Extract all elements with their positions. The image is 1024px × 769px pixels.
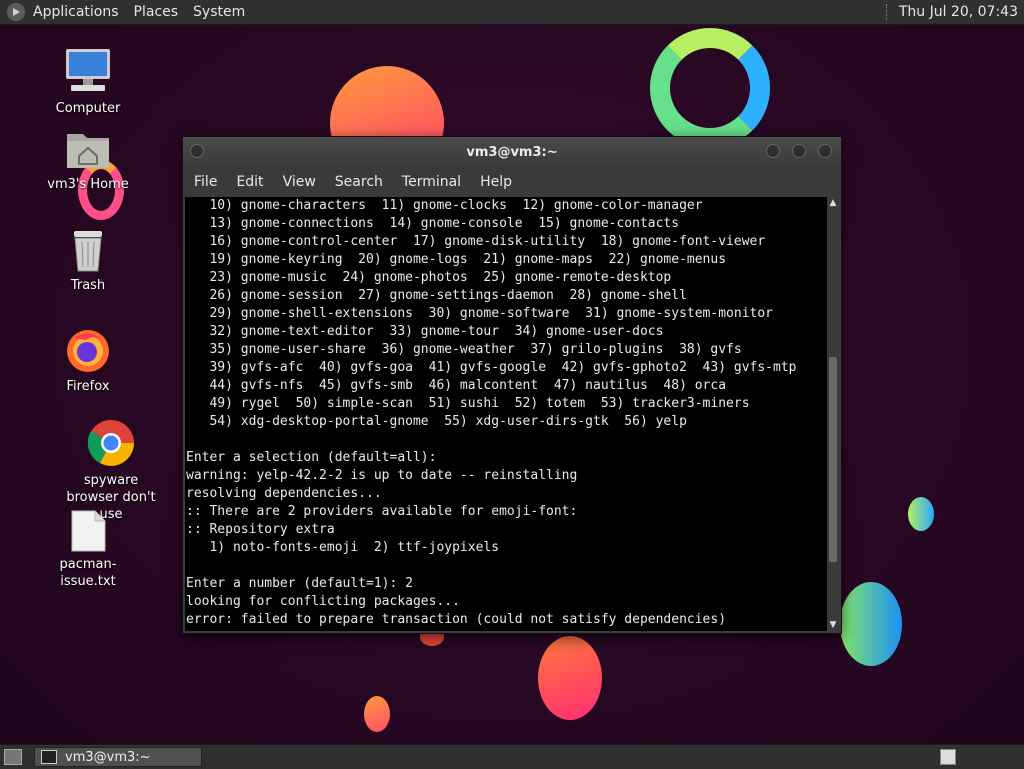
menu-terminal[interactable]: Terminal <box>402 174 461 190</box>
workspace-switcher-icon[interactable] <box>940 749 956 765</box>
desktop-icon-chrome[interactable]: spyware browser don't use <box>56 418 166 523</box>
terminal-line: 44) gvfs-nfs 45) gvfs-smb 46) malcontent… <box>186 378 727 393</box>
scroll-down-icon[interactable]: ▼ <box>827 619 839 631</box>
terminal-line: 39) gvfs-afc 40) gvfs-goa 41) gvfs-googl… <box>186 360 797 375</box>
terminal-icon <box>41 750 57 764</box>
terminal-line: warning: yelp-42.2-2 is up to date -- re… <box>186 468 578 483</box>
window-title: vm3@vm3:~ <box>466 145 558 160</box>
wallpaper-blue-dot <box>908 497 934 531</box>
terminal-line: 23) gnome-music 24) gnome-photos 25) gno… <box>186 270 672 285</box>
desktop-icon-firefox[interactable]: Firefox <box>33 326 143 395</box>
desktop-icon-label: Firefox <box>66 379 110 394</box>
terminal-line: error: failed to prepare transaction (co… <box>186 612 727 627</box>
terminal-line: 32) gnome-text-editor 33) gnome-tour 34)… <box>186 324 664 339</box>
terminal-output[interactable]: 10) gnome-characters 11) gnome-clocks 12… <box>185 197 828 631</box>
desktop-icon-label: Trash <box>70 278 106 293</box>
terminal-line: 16) gnome-control-center 17) gnome-disk-… <box>186 234 766 249</box>
terminal-line: 35) gnome-user-share 36) gnome-weather 3… <box>186 342 742 357</box>
scroll-up-icon[interactable]: ▲ <box>827 197 839 209</box>
show-desktop-icon[interactable] <box>4 749 22 765</box>
desktop-icon-label: pacman-issue.txt <box>59 557 117 589</box>
wallpaper-small-orange-oval <box>364 696 390 732</box>
applications-menu[interactable]: Applications <box>33 4 119 20</box>
clock[interactable]: Thu Jul 20, 07:43 <box>899 4 1018 20</box>
minimize-icon[interactable] <box>766 144 780 158</box>
desktop-icon-computer[interactable]: Computer <box>33 46 143 117</box>
close-icon[interactable] <box>818 144 832 158</box>
terminal-line: 10) gnome-characters 11) gnome-clocks 12… <box>186 198 703 213</box>
menu-help[interactable]: Help <box>480 174 512 190</box>
terminal-line: Enter a number (default=1): 2 <box>186 576 413 591</box>
terminal-line: 19) gnome-keyring 20) gnome-logs 21) gno… <box>186 252 727 267</box>
desktop-icon-label: Computer <box>55 101 121 116</box>
wallpaper-green-blue-oval <box>840 582 902 666</box>
terminal-menubar: File Edit View Search Terminal Help <box>183 167 841 197</box>
terminal-line: 13) gnome-connections 14) gnome-console … <box>186 216 680 231</box>
system-menu[interactable]: System <box>193 4 245 20</box>
distro-logo-icon[interactable] <box>7 3 25 21</box>
chrome-icon <box>86 418 136 468</box>
window-titlebar[interactable]: vm3@vm3:~ <box>183 137 841 167</box>
menu-edit[interactable]: Edit <box>236 174 263 190</box>
desktop-icon-label: vm3's Home <box>47 177 129 192</box>
terminal-line: 49) rygel 50) simple-scan 51) sushi 52) … <box>186 396 750 411</box>
terminal-line: Enter a selection (default=all): <box>186 450 437 465</box>
terminal-line: :: There are 2 providers available for e… <box>186 504 578 519</box>
menu-file[interactable]: File <box>194 174 217 190</box>
desktop-icon-text-file[interactable]: pacman-issue.txt <box>33 510 143 590</box>
desktop-icon-trash[interactable]: Trash <box>33 229 143 294</box>
top-panel: Applications Places System Thu Jul 20, 0… <box>0 0 1024 25</box>
terminal-line: looking for conflicting packages... <box>186 594 460 609</box>
terminal-line: resolving dependencies... <box>186 486 382 501</box>
terminal-line: 26) gnome-session 27) gnome-settings-dae… <box>186 288 687 303</box>
wallpaper-pink-oval <box>538 636 602 720</box>
terminal-line: :: Repository extra <box>186 522 335 537</box>
home-folder-icon <box>65 128 111 172</box>
scrollbar-thumb[interactable] <box>829 357 837 562</box>
taskbar-label: vm3@vm3:~ <box>65 749 151 765</box>
trash-icon <box>68 229 108 273</box>
wallpaper-ring <box>650 28 770 148</box>
terminal-line: 29) gnome-shell-extensions 30) gnome-sof… <box>186 306 773 321</box>
taskbar-button-terminal[interactable]: vm3@vm3:~ <box>34 747 202 767</box>
maximize-icon[interactable] <box>792 144 806 158</box>
desktop-icon-home[interactable]: vm3's Home <box>33 128 143 193</box>
terminal-line: 54) xdg-desktop-portal-gnome 55) xdg-use… <box>186 414 687 429</box>
text-file-icon <box>69 510 107 552</box>
panel-separator <box>885 4 889 20</box>
terminal-window[interactable]: vm3@vm3:~ File Edit View Search Terminal… <box>182 136 842 634</box>
terminal-scrollbar[interactable]: ▲ ▼ <box>827 197 839 631</box>
terminal-line: 1) noto-fonts-emoji 2) ttf-joypixels <box>186 540 500 555</box>
firefox-icon <box>64 326 112 374</box>
places-menu[interactable]: Places <box>134 4 179 20</box>
bottom-panel: vm3@vm3:~ <box>0 744 1024 769</box>
menu-search[interactable]: Search <box>335 174 383 190</box>
menu-view[interactable]: View <box>283 174 316 190</box>
computer-icon <box>63 46 113 96</box>
